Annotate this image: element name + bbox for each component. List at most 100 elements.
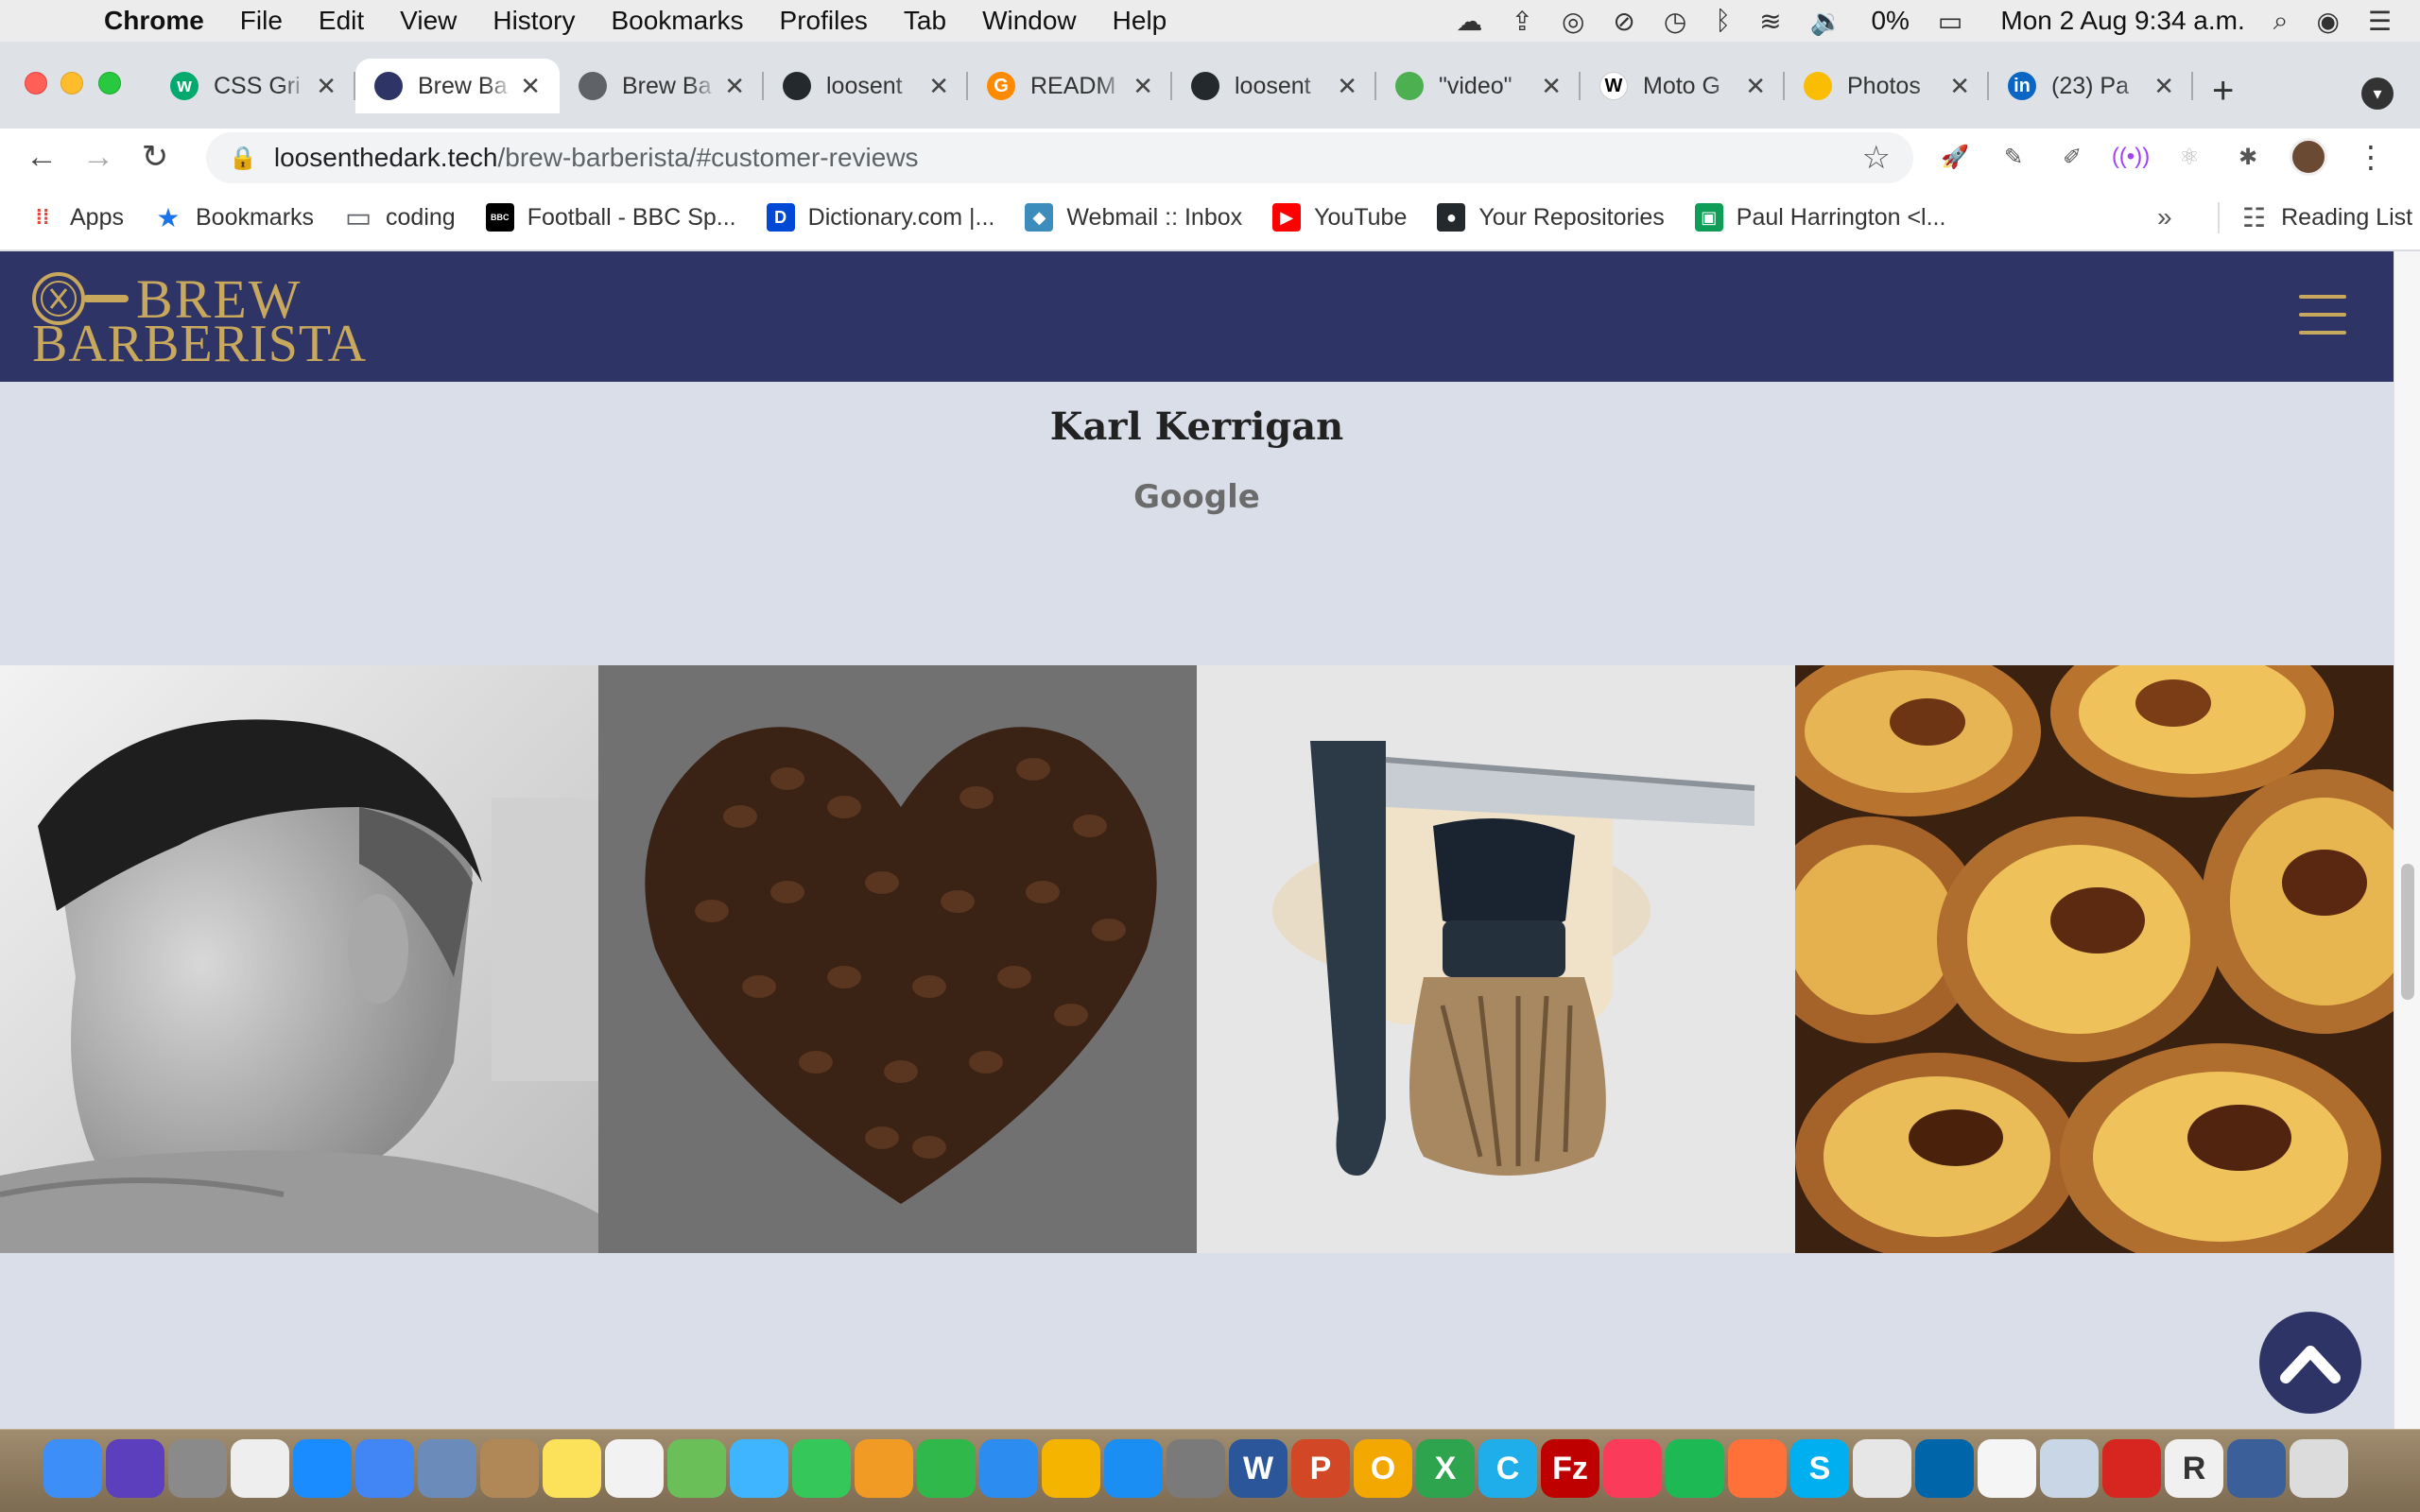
photos-icon[interactable]	[1042, 1439, 1100, 1498]
tab-close-icon[interactable]: ✕	[520, 72, 541, 101]
bookmark-github[interactable]: ● Your Repositories	[1437, 203, 1665, 232]
address-bar[interactable]: 🔒 loosenthedark.tech/brew-barberista/#cu…	[206, 132, 1913, 183]
apps-icon[interactable]	[231, 1439, 289, 1498]
menu-app-chrome[interactable]: Chrome	[104, 6, 204, 36]
outlook-icon[interactable]: O	[1354, 1439, 1412, 1498]
messages-icon[interactable]	[730, 1439, 788, 1498]
preview-icon[interactable]	[418, 1439, 476, 1498]
tab-close-icon[interactable]: ✕	[1541, 72, 1562, 101]
page-scrollbar[interactable]	[2394, 251, 2420, 1429]
keynote-icon[interactable]	[979, 1439, 1038, 1498]
tab-close-icon[interactable]: ✕	[724, 72, 745, 101]
profile-avatar[interactable]	[2290, 138, 2327, 176]
tab-close-icon[interactable]: ✕	[1745, 72, 1766, 101]
bookmarks-overflow-button[interactable]: »	[2157, 202, 2172, 232]
filezilla-icon[interactable]: Fz	[1541, 1439, 1599, 1498]
tab-chart[interactable]: "video" ✕	[1376, 59, 1581, 113]
bookmark-computer[interactable]: ▣ Paul Harrington <l...	[1694, 203, 1945, 232]
tab-close-icon[interactable]: ✕	[1132, 72, 1153, 101]
reading-list-button[interactable]: ☷ Reading List	[2218, 201, 2412, 233]
spotlight-search-icon[interactable]: ⌕	[2273, 6, 2289, 37]
textedit-icon[interactable]	[1978, 1439, 2036, 1498]
tab-globe[interactable]: Brew Ba ✕	[560, 59, 764, 113]
window-close-button[interactable]	[25, 72, 47, 94]
downloads-icon[interactable]	[2227, 1439, 2286, 1498]
vscode-icon[interactable]	[1915, 1439, 1974, 1498]
back-to-top-button[interactable]	[2259, 1312, 2361, 1414]
bookmark-apps-grid[interactable]: ⁞⁞ Apps	[28, 203, 124, 232]
reminders-icon[interactable]	[605, 1439, 664, 1498]
skype-icon[interactable]: S	[1790, 1439, 1849, 1498]
siri-icon[interactable]	[106, 1439, 164, 1498]
menu-bookmarks[interactable]: Bookmarks	[611, 6, 743, 36]
tab-github[interactable]: loosent ✕	[764, 59, 968, 113]
tab-close-icon[interactable]: ✕	[2153, 72, 2174, 101]
preview-2-icon[interactable]	[2040, 1439, 2099, 1498]
window-minimize-button[interactable]	[60, 72, 83, 94]
numbers-icon[interactable]	[917, 1439, 976, 1498]
broadcast-extension-icon[interactable]: ((•))	[2112, 140, 2150, 174]
launchpad-icon[interactable]	[168, 1439, 227, 1498]
bookmark-youtube[interactable]: ▶ YouTube	[1272, 203, 1407, 232]
adobe-cc-icon[interactable]: ◎	[1562, 6, 1584, 37]
bookmark-star[interactable]: ★ Bookmarks	[154, 203, 314, 232]
cloud-upload-icon[interactable]: ⇪	[1511, 6, 1532, 37]
menu-help[interactable]: Help	[1113, 6, 1167, 36]
menu-history[interactable]: History	[493, 6, 575, 36]
creative-cloud-icon[interactable]: ☁	[1456, 6, 1482, 37]
tab-close-icon[interactable]: ✕	[1949, 72, 1970, 101]
menu-edit[interactable]: Edit	[319, 6, 364, 36]
system-preferences-icon[interactable]	[1167, 1439, 1225, 1498]
notification-center-icon[interactable]: ☰	[2368, 6, 2392, 37]
menu-clock[interactable]: Mon 2 Aug 9:34 a.m.	[2000, 6, 2244, 36]
word-icon[interactable]: W	[1229, 1439, 1288, 1498]
bookmark-folder[interactable]: ▭ coding	[344, 202, 456, 233]
trash-icon[interactable]	[2290, 1439, 2348, 1498]
tab-close-icon[interactable]: ✕	[1337, 72, 1357, 101]
hamburger-menu-button[interactable]	[2299, 295, 2346, 335]
rocket-extension-icon[interactable]: 🚀	[1938, 140, 1972, 174]
r-icon[interactable]: R	[2165, 1439, 2223, 1498]
bookmark-webmail[interactable]: ◆ Webmail :: Inbox	[1025, 203, 1242, 232]
music-icon[interactable]	[1603, 1439, 1662, 1498]
firefox-icon[interactable]	[1728, 1439, 1787, 1498]
excel-icon[interactable]: X	[1416, 1439, 1475, 1498]
color-picker-extension-icon[interactable]: ✐	[2055, 140, 2089, 174]
tab-close-icon[interactable]: ✕	[928, 72, 949, 101]
reload-button[interactable]: ↻	[127, 138, 183, 176]
facetime-icon[interactable]	[792, 1439, 851, 1498]
eyedropper-extension-icon[interactable]: ✎	[1996, 140, 2031, 174]
tab-w3schools[interactable]: w CSS Gri ✕	[151, 59, 355, 113]
new-tab-button[interactable]: +	[2212, 70, 2234, 112]
tab-wikipedia[interactable]: W Moto G ✕	[1581, 59, 1785, 113]
bluetooth-icon[interactable]: ᛒ	[1715, 6, 1731, 36]
menu-window[interactable]: Window	[982, 6, 1077, 36]
react-devtools-icon[interactable]: ⚛	[2172, 140, 2206, 174]
time-machine-icon[interactable]: ◷	[1664, 6, 1686, 37]
acrobat-icon[interactable]	[2102, 1439, 2161, 1498]
maps-icon[interactable]	[667, 1439, 726, 1498]
lock-icon[interactable]: 🔒	[229, 145, 257, 172]
siri-menu-icon[interactable]: ◉	[2316, 6, 2339, 37]
menu-profiles[interactable]: Profiles	[780, 6, 868, 36]
scrollbar-thumb[interactable]	[2401, 864, 2414, 1000]
tab-linkedin[interactable]: in (23) Pa ✕	[1989, 59, 2193, 113]
bookmark-bbc[interactable]: BBC Football - BBC Sp...	[485, 203, 736, 232]
pages-icon[interactable]	[855, 1439, 913, 1498]
tab-search-button[interactable]: ▾	[2361, 77, 2394, 110]
contacts-icon[interactable]	[480, 1439, 539, 1498]
safari-icon[interactable]	[293, 1439, 352, 1498]
menu-file[interactable]: File	[240, 6, 283, 36]
app-store-icon[interactable]	[1104, 1439, 1163, 1498]
bookmark-star-icon[interactable]: ☆	[1862, 139, 1891, 177]
chrome-icon[interactable]	[355, 1439, 414, 1498]
do-not-disturb-icon[interactable]: ⊘	[1613, 6, 1634, 37]
volume-icon[interactable]: 🔉	[1810, 6, 1843, 37]
tab-gitpod[interactable]: G READM ✕	[968, 59, 1172, 113]
wifi-icon[interactable]: ≋	[1759, 6, 1781, 37]
extensions-puzzle-icon[interactable]: ✱	[2231, 140, 2265, 174]
powerpoint-icon[interactable]: P	[1291, 1439, 1350, 1498]
forward-button[interactable]: →	[70, 139, 127, 176]
brew-barberista-logo[interactable]: BREW BARBERISTA	[30, 270, 366, 372]
spotify-icon[interactable]	[1666, 1439, 1724, 1498]
